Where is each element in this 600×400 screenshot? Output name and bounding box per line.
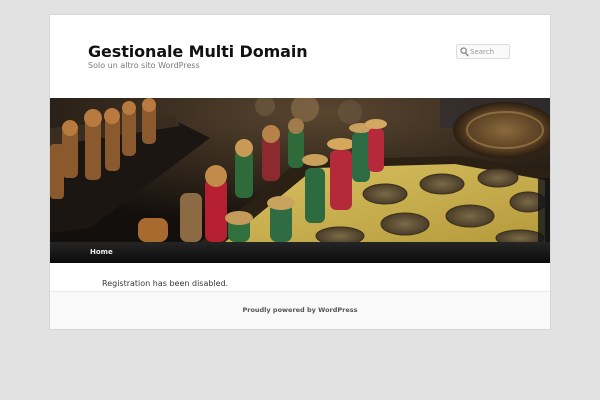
search-input[interactable] [470, 45, 508, 58]
search-icon [460, 47, 469, 57]
header-image[interactable] [50, 98, 550, 242]
site-description: Solo un altro sito WordPress [88, 61, 200, 70]
search-form [456, 44, 510, 59]
footer-credit-link[interactable]: Proudly powered by WordPress [50, 306, 550, 314]
registration-message: Registration has been disabled. [102, 279, 229, 288]
nav-item-home[interactable]: Home [90, 242, 113, 263]
page-container: Gestionale Multi Domain Solo un altro si… [50, 15, 550, 329]
site-footer: Proudly powered by WordPress [50, 291, 550, 329]
site-header: Gestionale Multi Domain Solo un altro si… [50, 15, 550, 98]
site-title[interactable]: Gestionale Multi Domain [88, 42, 308, 61]
main-navigation: Home [50, 242, 550, 263]
